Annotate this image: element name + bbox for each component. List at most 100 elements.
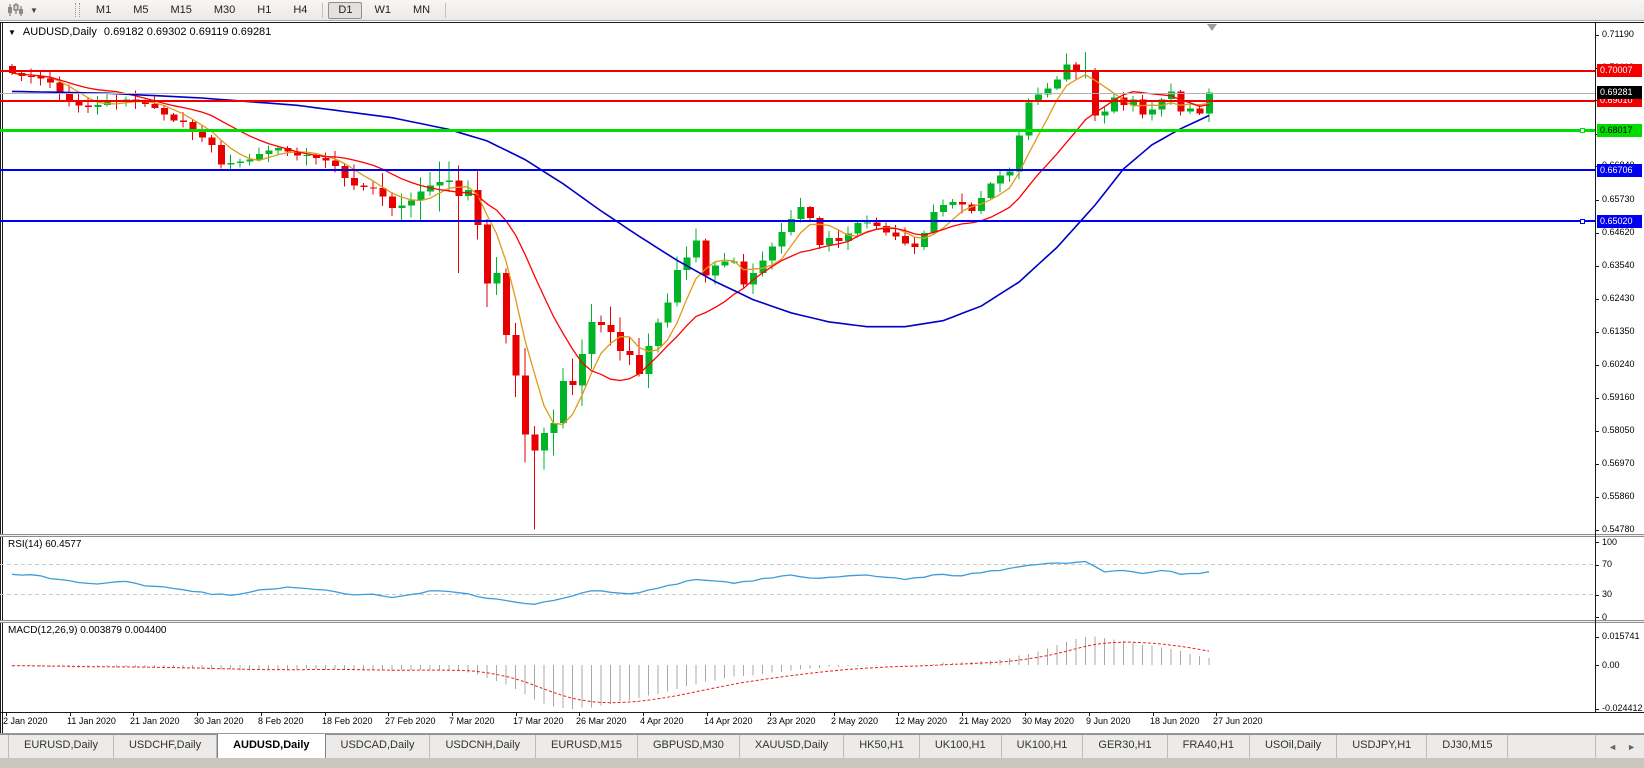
rsi-pane-canvas[interactable]	[0, 537, 1596, 620]
price-tick	[1595, 266, 1599, 267]
pane-splitter-rsi[interactable]	[0, 534, 1644, 537]
macd-pane-canvas[interactable]	[0, 623, 1596, 712]
rsi-tick	[1595, 617, 1599, 618]
rsi-scale-label: 0	[1602, 612, 1607, 622]
date-label: 4 Apr 2020	[640, 716, 684, 726]
date-label: 14 Apr 2020	[704, 716, 753, 726]
rsi-scale-label: 70	[1602, 559, 1612, 569]
tab-uk100-h1[interactable]: UK100,H1	[920, 735, 1002, 758]
price-axis-border	[1595, 22, 1596, 713]
macd-tick	[1595, 665, 1599, 666]
macd-scale-label: -0.024412	[1602, 703, 1643, 713]
horizontal-line-0.70007[interactable]	[0, 70, 1595, 72]
tab-scroll-nav: ◄ ►	[1595, 735, 1636, 759]
price-scale-label: 0.61350	[1602, 326, 1635, 336]
tabs-scroll-left-button[interactable]: ◄	[1608, 742, 1617, 752]
tab-eurusd-m15[interactable]: EURUSD,M15	[536, 735, 638, 758]
chart-type-dropdown-caret[interactable]: ▼	[27, 1, 41, 19]
price-level-badge-0.68017: 0.68017	[1597, 124, 1642, 137]
horizontal-line-0.66706[interactable]	[0, 169, 1595, 171]
status-strip	[0, 758, 1644, 768]
price-scale-label: 0.63540	[1602, 260, 1635, 270]
rsi-tick	[1595, 542, 1599, 543]
price-scale-label: 0.59160	[1602, 392, 1635, 402]
timeframe-button-w1[interactable]: W1	[364, 2, 401, 19]
chart-title-ohlc: 0.69182 0.69302 0.69119 0.69281	[104, 26, 271, 38]
price-tick	[1595, 398, 1599, 399]
timeframe-button-m15[interactable]: M15	[160, 2, 201, 19]
tab-usdchf-daily[interactable]: USDCHF,Daily	[114, 735, 217, 758]
line-handle[interactable]	[1580, 128, 1585, 133]
date-label: 23 Apr 2020	[767, 716, 816, 726]
date-label: 21 May 2020	[959, 716, 1011, 726]
date-label: 8 Feb 2020	[258, 716, 304, 726]
price-tick	[1595, 200, 1599, 201]
line-handle[interactable]	[1580, 219, 1585, 224]
bid-price-line	[0, 93, 1595, 94]
price-scale-label: 0.56970	[1602, 458, 1635, 468]
price-tick	[1595, 497, 1599, 498]
tab-usdcnh-daily[interactable]: USDCNH,Daily	[430, 735, 536, 758]
price-tick	[1595, 35, 1599, 36]
price-scale-label: 0.54780	[1602, 524, 1635, 534]
tab-ger30-h1[interactable]: GER30,H1	[1083, 735, 1167, 758]
price-level-badge-0.65020: 0.65020	[1597, 215, 1642, 228]
timeframe-button-h1[interactable]: H1	[247, 2, 281, 19]
timeframe-button-m30[interactable]: M30	[204, 2, 245, 19]
macd-tick	[1595, 637, 1599, 638]
tab-hk50-h1[interactable]: HK50,H1	[844, 735, 920, 758]
timeframe-button-mn[interactable]: MN	[403, 2, 440, 19]
tabs-scroll-right-button[interactable]: ►	[1627, 742, 1636, 752]
date-axis-line	[0, 712, 1644, 713]
pane-splitter-macd[interactable]	[0, 620, 1644, 623]
main-chart-canvas[interactable]	[0, 22, 1596, 534]
timeframe-button-d1[interactable]: D1	[328, 2, 362, 19]
rsi-tick	[1595, 565, 1599, 566]
price-tick	[1595, 530, 1599, 531]
timeframe-button-h4[interactable]: H4	[283, 2, 317, 19]
tab-xauusd-daily[interactable]: XAUUSD,Daily	[740, 735, 844, 758]
timeframe-button-m5[interactable]: M5	[123, 2, 158, 19]
tab-dj30-m15[interactable]: DJ30,M15	[1427, 735, 1508, 758]
price-level-badge-0.70007: 0.70007	[1597, 64, 1642, 77]
timeframe-button-m1[interactable]: M1	[86, 2, 121, 19]
candlestick-chart-icon	[7, 3, 23, 17]
horizontal-line-0.69010[interactable]	[0, 100, 1595, 102]
tab-usdjpy-h1[interactable]: USDJPY,H1	[1337, 735, 1427, 758]
collapse-triangle-icon[interactable]: ▼	[8, 28, 16, 37]
macd-label: MACD(12,26,9) 0.003879 0.004400	[8, 625, 166, 636]
tab-usoil-daily[interactable]: USOil,Daily	[1250, 735, 1337, 758]
tab-audusd-daily[interactable]: AUDUSD,Daily	[217, 734, 325, 758]
rsi-label: RSI(14) 60.4577	[8, 539, 81, 550]
horizontal-line-0.68017[interactable]	[0, 129, 1595, 132]
rsi-scale-label: 30	[1602, 589, 1612, 599]
rsi-tick	[1595, 595, 1599, 596]
price-scale-label: 0.62430	[1602, 293, 1635, 303]
date-label: 2 Jan 2020	[3, 716, 48, 726]
chart-tab-bar: EURUSD,DailyUSDCHF,DailyAUDUSD,DailyUSDC…	[0, 734, 1644, 758]
tab-fra40-h1[interactable]: FRA40,H1	[1168, 735, 1250, 758]
chart-type-button[interactable]	[3, 1, 27, 19]
macd-scale-label: 0.015741	[1602, 631, 1640, 641]
current-price-badge: 0.69281	[1597, 86, 1642, 99]
rsi-scale-label: 100	[1602, 537, 1617, 547]
date-label: 12 May 2020	[895, 716, 947, 726]
date-label: 26 Mar 2020	[576, 716, 627, 726]
price-scale-label: 0.60240	[1602, 359, 1635, 369]
price-tick	[1595, 365, 1599, 366]
tab-uk100-h1[interactable]: UK100,H1	[1002, 735, 1084, 758]
date-label: 18 Jun 2020	[1150, 716, 1200, 726]
price-tick	[1595, 332, 1599, 333]
tab-gbpusd-m30[interactable]: GBPUSD,M30	[638, 735, 740, 758]
tab-eurusd-daily[interactable]: EURUSD,Daily	[8, 735, 114, 758]
price-tick	[1595, 431, 1599, 432]
date-label: 21 Jan 2020	[130, 716, 180, 726]
chart-shift-triangle-icon[interactable]	[1207, 24, 1217, 31]
macd-scale-label: 0.00	[1602, 660, 1620, 670]
price-scale-label: 0.55860	[1602, 491, 1635, 501]
price-scale-label: 0.58050	[1602, 425, 1635, 435]
tab-usdcad-daily[interactable]: USDCAD,Daily	[326, 735, 431, 758]
horizontal-line-0.65020[interactable]	[0, 220, 1595, 222]
toolbar-grip[interactable]	[75, 3, 80, 17]
chart-title-symbol: AUDUSD,Daily	[23, 26, 97, 38]
